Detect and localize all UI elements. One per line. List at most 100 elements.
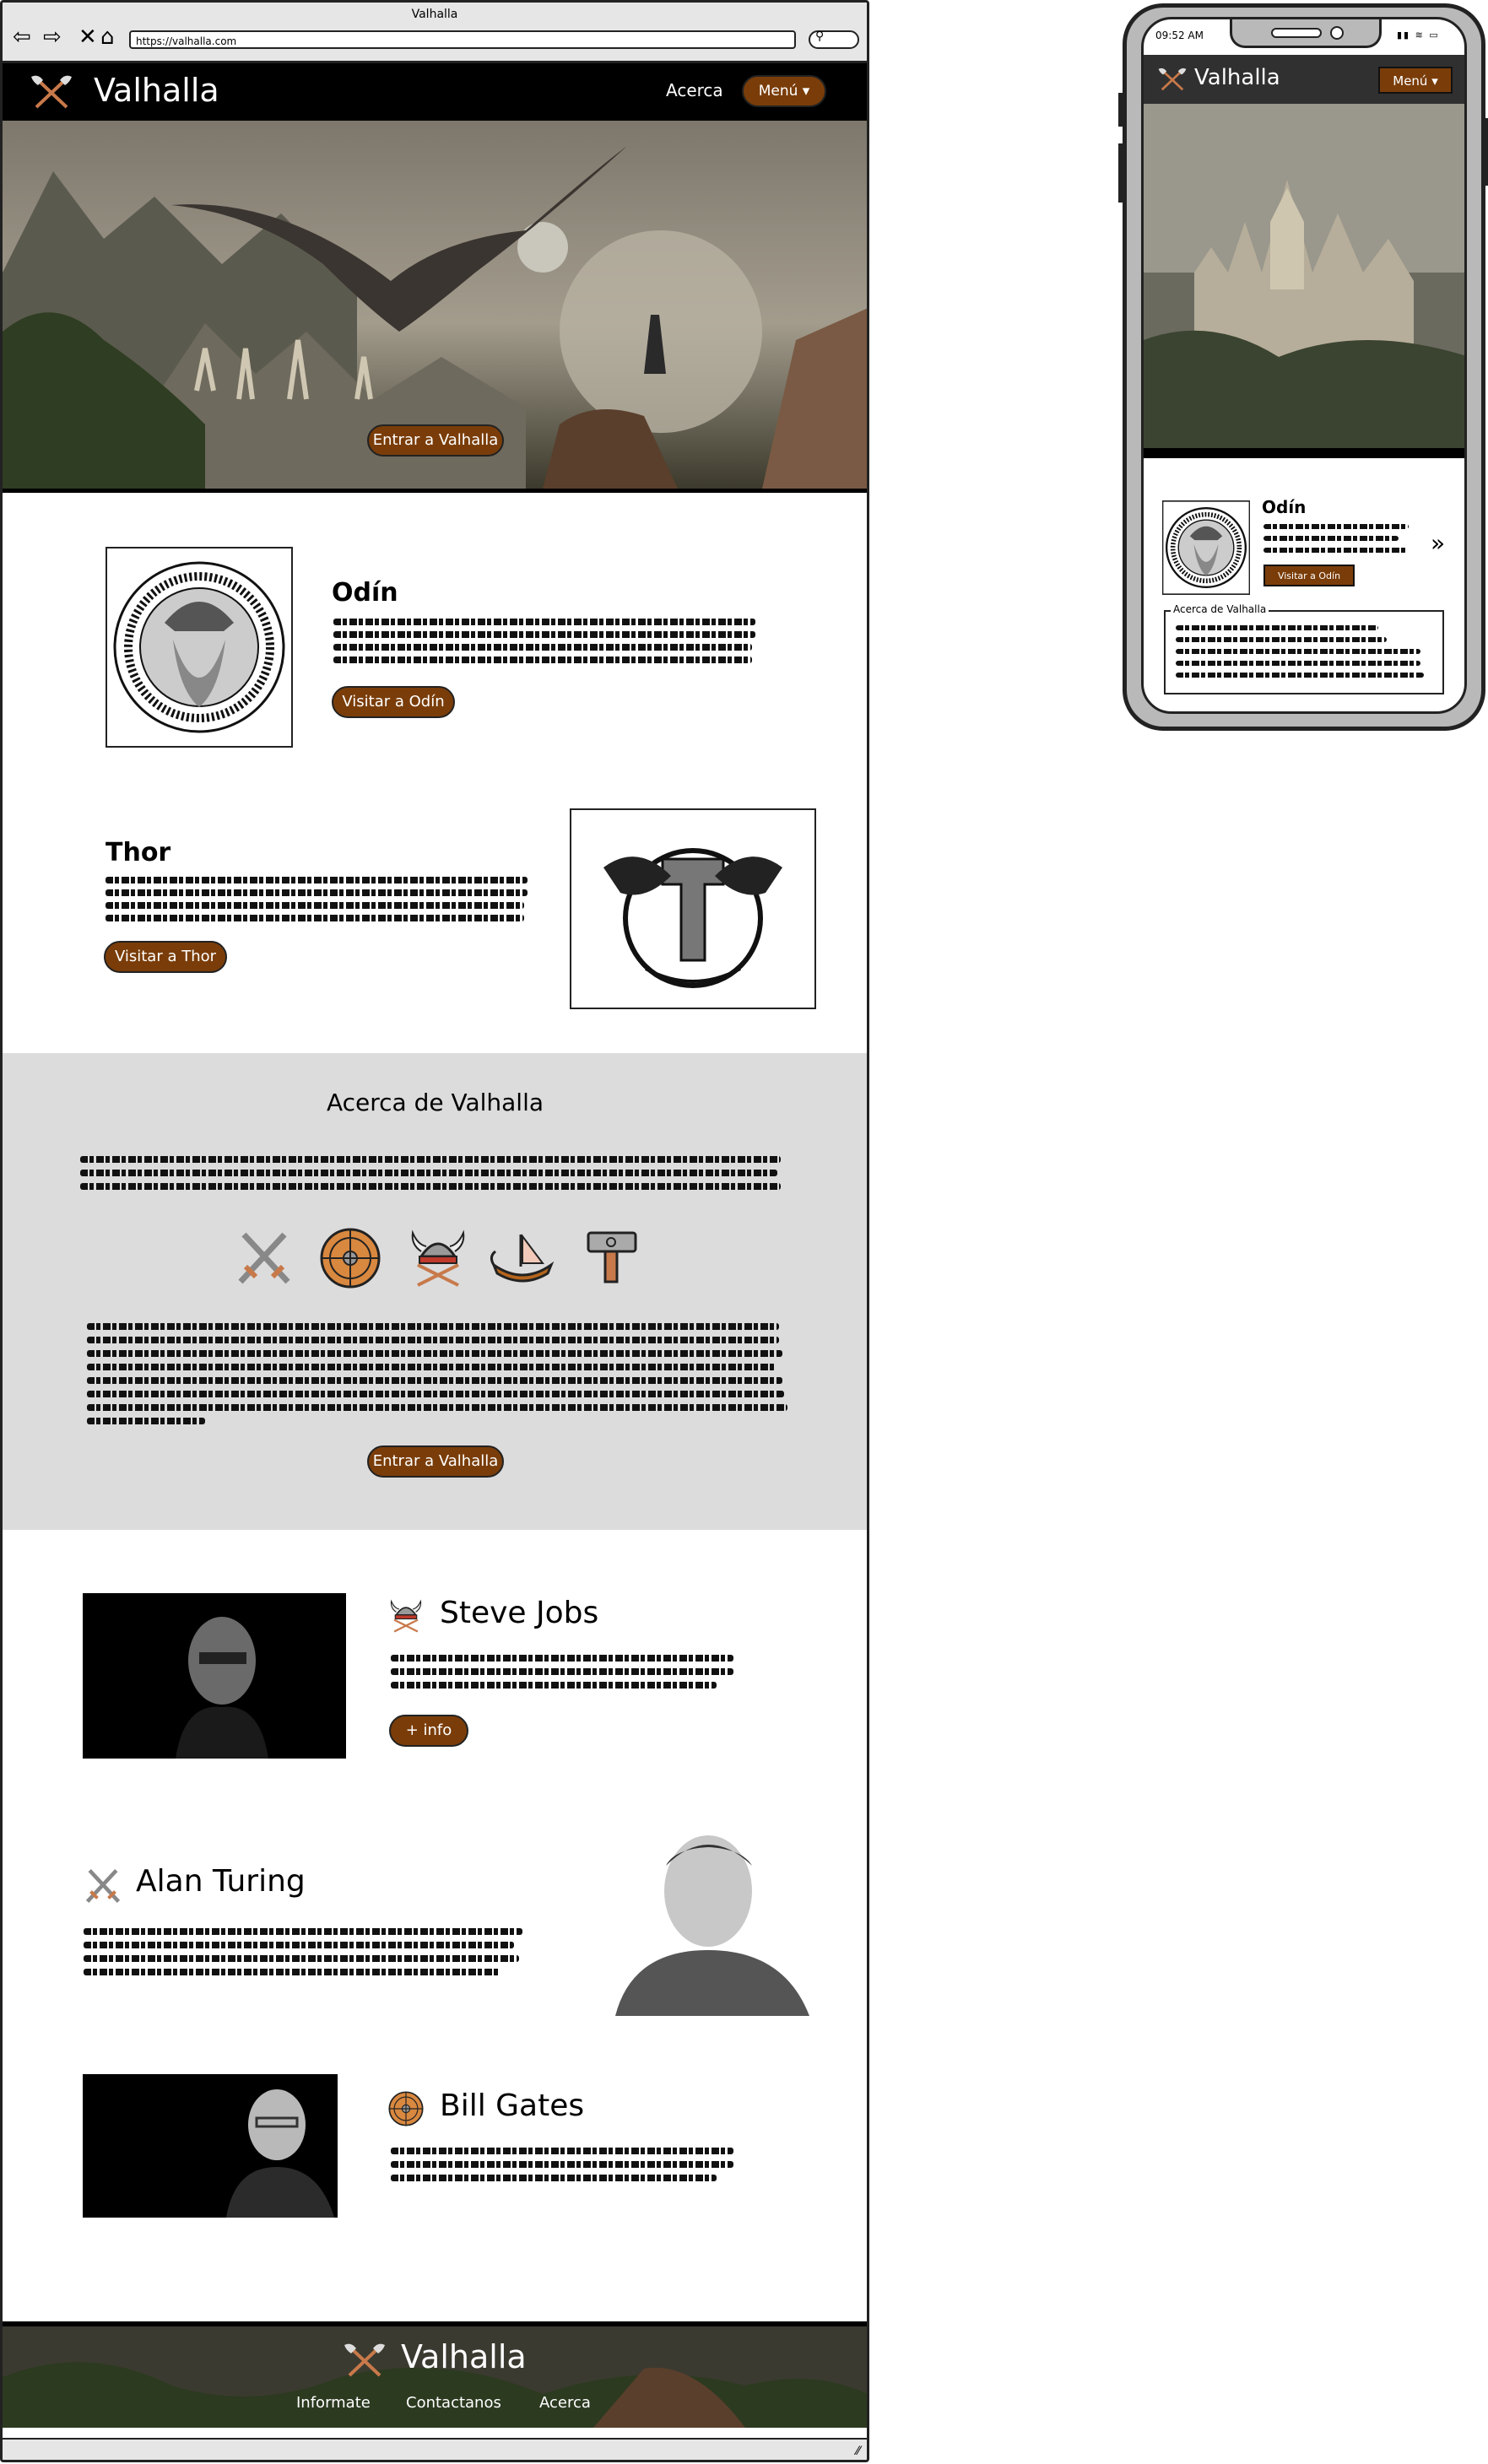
forward-arrow-icon[interactable]: ⇨: [43, 26, 62, 48]
longship-icon: [490, 1234, 555, 1283]
alan-turing-photo: [539, 1824, 818, 2016]
odin-title: Odín: [332, 578, 398, 608]
crossed-axes-logo-icon: [1158, 68, 1187, 91]
bill-gates-photo: [83, 2074, 338, 2218]
next-chevron-icon[interactable]: »: [1431, 529, 1445, 557]
footer-brand[interactable]: Valhalla: [401, 2338, 527, 2375]
mobile-navbar: Valhalla Menú ▾: [1144, 55, 1464, 104]
about-title: Acerca de Valhalla: [326, 1089, 544, 1116]
crossed-axes-logo-icon: [344, 2343, 385, 2377]
lorem-text-line: [1176, 649, 1420, 654]
mobile-odin-portrait-image: [1162, 500, 1250, 595]
browser-window: Valhalla ⇦ ⇨ ✕ ⌂ https://valhalla.com ⚲ …: [0, 0, 869, 2462]
back-arrow-icon[interactable]: ⇦: [13, 26, 31, 48]
viking-shield-icon: [320, 1228, 381, 1289]
bill-gates-name: Bill Gates: [440, 2088, 585, 2123]
mobile-about-fieldset: Acerca de Valhalla: [1164, 603, 1444, 694]
top-navbar: Valhalla Acerca Menú ▾: [3, 63, 867, 121]
browser-search-box[interactable]: ⚲: [809, 30, 859, 49]
lorem-text-line: [1263, 536, 1399, 541]
crossed-swords-icon: [85, 1869, 121, 1903]
lorem-text-line: [391, 1668, 733, 1675]
footer-link-contactanos[interactable]: Contactanos: [406, 2394, 501, 2412]
close-icon[interactable]: ✕: [78, 26, 97, 48]
footer-link-informate[interactable]: Informate: [296, 2394, 371, 2412]
more-info-button[interactable]: + info: [389, 1715, 468, 1747]
thor-hammer-ravens-image: [570, 808, 816, 1009]
alan-turing-name: Alan Turing: [136, 1864, 306, 1899]
lorem-text-line: [80, 1170, 777, 1176]
about-enter-button[interactable]: Entrar a Valhalla: [367, 1445, 504, 1478]
lorem-text-line: [106, 889, 528, 896]
lorem-text-line: [333, 631, 755, 638]
lorem-text-line: [84, 1969, 501, 1975]
lorem-text-line: [84, 1928, 522, 1935]
lorem-text-line: [84, 1942, 514, 1948]
lorem-text-line: [106, 902, 524, 909]
lorem-text-line: [1176, 673, 1424, 678]
resize-grip-icon[interactable]: ⁄⁄: [856, 2445, 860, 2458]
lorem-text-line: [106, 877, 528, 883]
footer-link-acerca[interactable]: Acerca: [539, 2394, 591, 2412]
window-title: Valhalla: [411, 8, 458, 21]
lorem-text-line: [1176, 637, 1387, 642]
mobile-about-legend: Acerca de Valhalla: [1171, 603, 1269, 615]
menu-dropdown-button[interactable]: Menú ▾: [742, 75, 826, 107]
mobile-hero-castle-image: [1144, 104, 1464, 458]
crossed-swords-icon: [238, 1232, 290, 1284]
thor-title: Thor: [106, 838, 171, 867]
mobile-menu-button[interactable]: Menú ▾: [1378, 67, 1453, 94]
mobile-brand-name[interactable]: Valhalla: [1194, 65, 1280, 90]
lorem-text-line: [80, 1156, 781, 1163]
lorem-text-line: [333, 619, 755, 625]
visit-odin-button[interactable]: Visitar a Odín: [332, 686, 455, 718]
phone-screen: 09:52 AM ▮▮ ≋ ▭ Valhalla Menú ▾ Odín Vis…: [1141, 17, 1467, 714]
lorem-text-line: [87, 1391, 784, 1397]
brand-name[interactable]: Valhalla: [94, 72, 219, 109]
lorem-text-line: [87, 1323, 779, 1330]
hero-enter-button[interactable]: Entrar a Valhalla: [367, 424, 504, 457]
lorem-text-line: [87, 1418, 205, 1424]
hero-banner: Entrar a Valhalla: [3, 121, 867, 493]
lorem-text-line: [87, 1377, 782, 1384]
home-icon[interactable]: ⌂: [100, 26, 115, 48]
lorem-text-line: [87, 1337, 779, 1343]
phone-side-button: [1118, 143, 1123, 203]
mobile-visit-odin-button[interactable]: Visitar a Odín: [1263, 565, 1355, 586]
hammer-icon: [587, 1231, 637, 1283]
crossed-axes-logo-icon: [31, 75, 72, 109]
search-icon: ⚲: [815, 30, 825, 43]
phone-side-button: [1483, 118, 1488, 186]
lorem-text-line: [333, 657, 752, 663]
lorem-text-line: [1176, 661, 1420, 666]
lorem-text-line: [87, 1404, 787, 1411]
lorem-text-line: [391, 1655, 733, 1662]
viking-shield-icon: [388, 2091, 424, 2126]
nav-about-link[interactable]: Acerca: [666, 80, 723, 100]
lorem-text-line: [391, 2175, 717, 2181]
lorem-text-line: [391, 2148, 733, 2154]
camera-icon: [1330, 26, 1344, 40]
phone-clock: 09:52 AM: [1155, 30, 1204, 41]
viking-helmet-icon: [390, 1599, 422, 1633]
phone-side-button: [1118, 93, 1123, 127]
lorem-text-line: [391, 1682, 717, 1689]
lorem-text-line: [1263, 524, 1409, 529]
speaker-icon: [1271, 28, 1322, 38]
status-bar: ⁄⁄: [3, 2438, 867, 2460]
lorem-text-line: [87, 1350, 782, 1357]
lorem-text-line: [391, 2161, 733, 2168]
footer: Valhalla Informate Contactanos Acerca: [3, 2321, 867, 2443]
lorem-text-line: [1176, 625, 1378, 630]
visit-thor-button[interactable]: Visitar a Thor: [104, 941, 227, 973]
lorem-text-line: [1263, 548, 1407, 553]
steve-jobs-name: Steve Jobs: [440, 1596, 599, 1630]
url-bar[interactable]: https://valhalla.com: [129, 30, 796, 49]
signal-wifi-battery-icon: ▮▮ ≋ ▭: [1397, 30, 1440, 41]
mobile-card-title: Odín: [1262, 497, 1307, 517]
lorem-text-line: [80, 1183, 781, 1190]
about-section: Acerca de Valhalla Entrar a Valhalla: [3, 1053, 867, 1530]
phone-notch: [1230, 19, 1382, 48]
lorem-text-line: [87, 1364, 776, 1370]
lorem-text-line: [106, 915, 524, 921]
